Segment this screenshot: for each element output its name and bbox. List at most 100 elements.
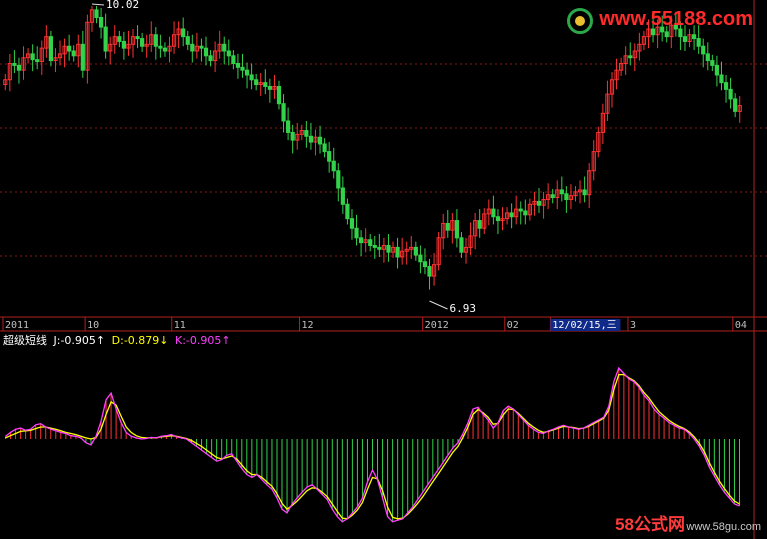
candle-body — [445, 222, 450, 231]
indicator-panel — [5, 366, 740, 523]
indicator-legend: 超级短线 J:-0.905↑ D:-0.879↓ K:-0.905↑ — [3, 332, 234, 348]
candle-body — [710, 60, 715, 66]
site-logo-icon — [567, 8, 593, 34]
candle-body — [728, 88, 733, 100]
candle-body — [345, 203, 350, 220]
indicator-k-value: K:-0.905↑ — [175, 334, 231, 347]
candle-body — [395, 246, 400, 258]
candle-body — [418, 254, 423, 263]
candle-body — [158, 45, 163, 49]
candlesticks — [3, 6, 742, 290]
candle-body — [98, 16, 104, 28]
candle-body — [254, 79, 259, 86]
candle-body — [705, 53, 710, 62]
candle-body — [185, 36, 190, 45]
candle-body — [190, 43, 195, 52]
candle-body — [733, 98, 738, 112]
candle-body — [140, 38, 145, 47]
indicator-j-value: J:-0.905↑ — [53, 334, 106, 347]
candle-body — [368, 239, 373, 246]
candle-body — [536, 200, 542, 206]
date-tick-label: 02 — [507, 320, 519, 331]
candle-body — [354, 227, 359, 239]
candle-body — [349, 218, 355, 229]
candle-body — [372, 244, 377, 248]
chart-canvas: 10.02 6.93 2011 10 11 12 2012 02 3 04 12/02/15,三 — [0, 0, 767, 539]
bottom-watermark-site: www.58gu.com — [686, 521, 761, 533]
candle-body — [682, 36, 688, 42]
candle-body — [304, 130, 309, 137]
candle-body — [235, 62, 241, 68]
date-tick-label: 12 — [302, 320, 314, 331]
candle-body — [231, 55, 236, 64]
candle-body — [413, 246, 418, 256]
date-axis: 2011 10 11 12 2012 02 3 04 12/02/15,三 — [2, 317, 747, 331]
candle-body — [208, 55, 213, 62]
candle-body — [103, 26, 108, 52]
date-tick-label: 11 — [174, 320, 186, 331]
candle-body — [162, 47, 168, 52]
candle-body — [459, 237, 464, 253]
indicator-d-value: D:-0.879↓ — [111, 334, 169, 347]
candle-body — [518, 208, 523, 212]
candle-body — [267, 85, 272, 90]
candle-body — [327, 151, 332, 162]
candle-body — [340, 187, 345, 205]
candle-body — [30, 53, 35, 61]
candle-body — [121, 40, 126, 49]
candle-body — [322, 143, 327, 153]
candle-body — [67, 45, 72, 52]
candle-body — [16, 64, 22, 71]
candle-body — [249, 74, 254, 81]
candle-body — [71, 50, 76, 57]
candle-body — [290, 131, 295, 141]
candle-body — [331, 160, 336, 172]
bottom-watermark-brand: 58公式网 — [615, 515, 685, 534]
candle-body — [94, 9, 99, 18]
candle-body — [477, 220, 482, 229]
candle-body — [509, 212, 514, 218]
candle-body — [377, 246, 382, 250]
max-price-label: 10.02 — [106, 0, 139, 11]
candle-body — [240, 66, 245, 71]
candle-body — [281, 103, 286, 122]
candle-body — [80, 43, 85, 71]
candle-body — [226, 50, 231, 57]
candle-body — [664, 31, 669, 38]
candle-body — [723, 82, 729, 90]
candle-body — [564, 193, 569, 201]
candle-body — [358, 237, 364, 244]
indicator-name: 超级短线 — [3, 334, 47, 347]
date-tick-label: 04 — [735, 320, 747, 331]
candle-body — [696, 38, 701, 47]
candle-body — [308, 135, 314, 143]
candle-body — [317, 136, 323, 145]
candle-body — [523, 210, 528, 216]
candle-body — [559, 189, 564, 195]
candle-body — [135, 36, 140, 40]
candle-body — [491, 208, 496, 218]
candle-body — [117, 36, 122, 42]
price-annotations: 10.02 6.93 — [91, 0, 476, 315]
candle-body — [422, 261, 428, 268]
candle-body — [427, 266, 432, 277]
date-tick-label: 3 — [630, 320, 636, 331]
candle-body — [203, 47, 209, 57]
date-cursor-label: 12/02/15,三 — [552, 320, 616, 331]
candle-body — [692, 34, 697, 40]
date-tick-label: 10 — [87, 320, 99, 331]
max-leader — [91, 3, 104, 6]
candle-body — [48, 36, 53, 62]
candle-body — [181, 28, 186, 38]
candle-body — [701, 45, 706, 55]
candle-body — [12, 62, 17, 66]
candle-body — [386, 244, 391, 253]
stock-chart-screen: 10.02 6.93 2011 10 11 12 2012 02 3 04 12/02/15,三 … — [0, 0, 767, 539]
min-leader — [429, 300, 448, 310]
date-tick-label: 2011 — [5, 320, 29, 331]
candle-body — [582, 189, 587, 196]
date-tick-label: 2012 — [425, 320, 449, 331]
candle-body — [35, 59, 40, 63]
candle-body — [153, 34, 158, 47]
candle-body — [495, 216, 501, 222]
